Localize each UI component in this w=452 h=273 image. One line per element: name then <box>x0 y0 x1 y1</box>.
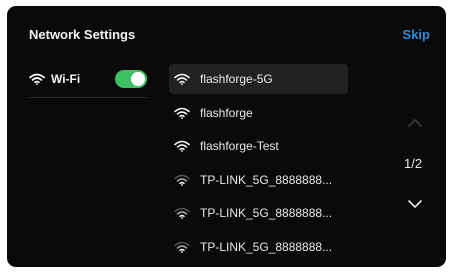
divider <box>29 97 147 98</box>
network-ssid: flashforge-5G <box>200 72 273 86</box>
wifi-label: Wi-Fi <box>51 72 81 86</box>
network-item[interactable]: TP-LINK_5G_8888888... <box>169 232 348 262</box>
chevron-down-icon[interactable] <box>407 199 423 209</box>
network-ssid: flashforge <box>200 105 253 120</box>
chevron-up-icon[interactable] <box>407 118 423 128</box>
wifi-toggle-row: Wi-Fi <box>29 66 147 92</box>
network-settings-screen: Network Settings Skip Wi-Fi flashforge-5… <box>7 6 446 267</box>
page-indicator: 1/2 <box>404 156 423 171</box>
page-title: Network Settings <box>29 27 136 42</box>
network-ssid: flashforge-Test <box>200 139 279 154</box>
skip-button[interactable]: Skip <box>403 27 430 42</box>
network-list: flashforge-5G flashforge flashforge-Test TP… <box>169 64 348 266</box>
wifi-signal-weak-icon <box>174 241 190 253</box>
wifi-toggle-switch[interactable] <box>115 70 147 88</box>
network-ssid: TP-LINK_5G_8888888... <box>200 239 333 254</box>
network-item[interactable]: TP-LINK_5G_8888888... <box>169 198 348 228</box>
wifi-signal-strong-icon <box>174 73 190 85</box>
wifi-icon <box>29 73 45 85</box>
network-item[interactable]: flashforge-5G <box>169 64 348 94</box>
wifi-signal-strong-icon <box>174 140 190 153</box>
network-item[interactable]: flashforge <box>169 98 348 128</box>
toggle-knob <box>131 72 145 86</box>
wifi-signal-weak-icon <box>174 174 190 186</box>
wifi-signal-strong-icon <box>174 107 190 119</box>
wifi-signal-weak-icon <box>174 208 190 220</box>
network-ssid: TP-LINK_5G_8888888... <box>200 206 333 221</box>
network-ssid: TP-LINK_5G_8888888... <box>200 172 333 187</box>
network-item[interactable]: flashforge-Test <box>169 131 348 161</box>
network-item[interactable]: TP-LINK_5G_8888888... <box>169 165 348 195</box>
